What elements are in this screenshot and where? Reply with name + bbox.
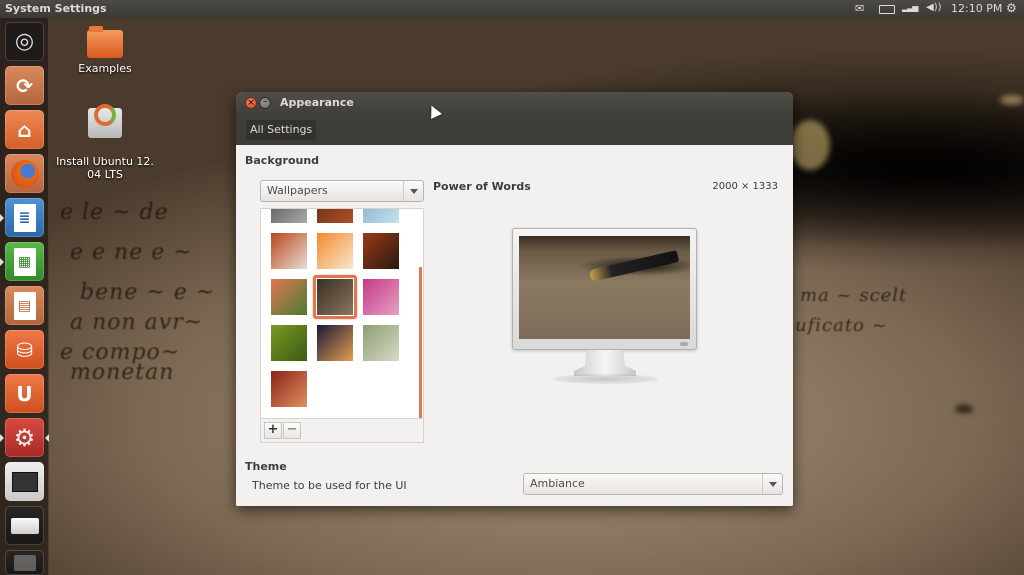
remove-wallpaper-button[interactable]: − — [283, 422, 301, 439]
desktop-icon-label: Install Ubuntu 12. 04 LTS — [56, 155, 154, 181]
installer-drive-icon — [88, 104, 122, 138]
running-indicator — [0, 258, 4, 266]
wallpaper-handwriting: uficato ~ — [795, 315, 888, 336]
theme-description: Theme to be used for the UI — [252, 479, 407, 492]
add-wallpaper-button[interactable]: + — [264, 422, 282, 439]
monitor-shadow — [552, 374, 658, 384]
monitor-frame — [512, 228, 697, 350]
wallpaper-handwriting: e e ne e ~ — [70, 240, 193, 265]
pen-image — [588, 250, 680, 282]
ubuntu-one-icon: U — [16, 381, 33, 406]
wallpaper-source-dropdown[interactable]: Wallpapers — [260, 180, 424, 202]
gallery-scrollbar[interactable] — [419, 209, 423, 419]
wallpaper-thumbnail-partial-3[interactable] — [363, 209, 399, 223]
focused-indicator — [45, 434, 49, 442]
top-panel: System Settings ✉ ▂▃▅ ◀)) 12:10 PM ⚙ — [0, 0, 1024, 18]
session-gear-icon[interactable]: ⚙ — [1006, 1, 1017, 15]
window-titlebar[interactable]: × – Appearance All Settings — [236, 92, 793, 145]
wallpaper-preview-monitor — [512, 228, 697, 398]
monitor-stand — [574, 350, 636, 376]
window-title: Appearance — [280, 96, 354, 109]
launcher-home-folder[interactable]: ⌂ — [5, 110, 44, 149]
theme-value: Ambiance — [530, 477, 585, 490]
clock[interactable]: 12:10 PM — [951, 2, 1002, 15]
theme-section-label: Theme — [245, 460, 287, 473]
desktop-icon-install-ubuntu[interactable]: Install Ubuntu 12. 04 LTS — [55, 95, 155, 194]
wallpaper-thumbnail-partial-2[interactable] — [317, 209, 353, 223]
ubuntu-logo-icon: ◎ — [14, 29, 35, 54]
running-indicator — [0, 434, 4, 442]
folder-link-icon — [87, 26, 123, 58]
launcher: ◎ ⟳ ⌂ ≣ ▦ ▤ ⛁ U ⚙ — [0, 18, 49, 575]
wallpaper-thumbnail-night-horse[interactable] — [317, 325, 353, 361]
wallpaper-highlight — [1000, 95, 1024, 105]
wallpaper-handwriting: a non avr~ — [70, 310, 204, 335]
desktop-icon-examples[interactable]: Examples — [55, 26, 155, 75]
wallpaper-thumbnail-green-plant[interactable] — [271, 325, 307, 361]
wallpaper-handwriting: monetan — [70, 360, 175, 385]
scrollbar-thumb[interactable] — [419, 267, 422, 419]
launcher-workspace-switcher[interactable] — [5, 462, 44, 501]
launcher-libreoffice-calc[interactable]: ▦ — [5, 242, 44, 281]
launcher-trash[interactable] — [5, 550, 44, 575]
firefox-icon — [10, 159, 39, 188]
selected-thumbnail-highlight — [313, 275, 357, 319]
minimize-button[interactable]: – — [259, 97, 271, 109]
network-icon[interactable]: ▂▃▅ — [902, 3, 919, 12]
impress-icon: ▤ — [13, 291, 36, 320]
launcher-software-center[interactable]: ⛁ — [5, 330, 44, 369]
close-button[interactable]: × — [245, 97, 257, 109]
mail-icon[interactable]: ✉ — [855, 2, 864, 15]
monitor-power-led — [680, 342, 688, 346]
wallpaper-handwriting: e le ~ de — [60, 200, 169, 225]
theme-dropdown[interactable]: Ambiance — [523, 473, 783, 495]
launcher-firefox[interactable] — [5, 154, 44, 193]
wallpaper-thumbnail-red-blur[interactable] — [271, 371, 307, 407]
wallpaper-thumbnail-magenta-flower[interactable] — [363, 279, 399, 315]
wallpaper-ink-dot — [955, 405, 973, 413]
chevron-down-icon — [403, 181, 423, 201]
background-section-label: Background — [245, 154, 320, 167]
software-center-icon: ⛁ — [16, 337, 33, 362]
trash-icon — [13, 554, 36, 571]
launcher-dash-home[interactable]: ◎ — [5, 22, 44, 61]
drive-icon — [10, 517, 39, 534]
wallpaper-thumbnail-autumn-trees[interactable] — [271, 233, 307, 269]
launcher-ubuntu-one[interactable]: U — [5, 374, 44, 413]
appearance-content: Background Wallpapers + − Power of Words… — [236, 145, 793, 506]
wallpaper-source-value: Wallpapers — [267, 184, 328, 197]
all-settings-button[interactable]: All Settings — [246, 120, 317, 140]
launcher-removable-drive[interactable] — [5, 506, 44, 545]
chevron-down-icon — [762, 474, 782, 494]
battery-icon[interactable] — [879, 5, 895, 14]
launcher-libreoffice-writer[interactable]: ≣ — [5, 198, 44, 237]
wallpaper-preview-image — [519, 236, 690, 339]
wallpaper-handwriting: ma ~ scelt — [800, 285, 908, 306]
wallpaper-gallery[interactable]: + − — [260, 208, 424, 443]
launcher-install-ubuntu[interactable]: ⟳ — [5, 66, 44, 105]
workspace-icon — [11, 471, 38, 492]
selected-wallpaper-size: 2000 × 1333 — [712, 181, 778, 192]
calc-icon: ▦ — [13, 247, 36, 276]
wallpaper-thumbnail-sunset-valley[interactable] — [363, 233, 399, 269]
selected-wallpaper-name: Power of Words — [433, 180, 531, 193]
desktop-icon-label: Examples — [78, 62, 132, 75]
writer-icon: ≣ — [13, 203, 36, 232]
wallpaper-pen-ring — [790, 120, 830, 170]
home-folder-icon: ⌂ — [17, 117, 32, 142]
launcher-system-settings[interactable]: ⚙ — [5, 418, 44, 457]
wallpaper-thumbnail-grass[interactable] — [363, 325, 399, 361]
wallpaper-handwriting: bene ~ e ~ — [80, 280, 216, 305]
wallpaper-thumbnail-orange-leaves[interactable] — [317, 233, 353, 269]
volume-icon[interactable]: ◀)) — [926, 2, 942, 13]
launcher-libreoffice-impress[interactable]: ▤ — [5, 286, 44, 325]
wallpaper-thumbnail-poppies[interactable] — [271, 279, 307, 315]
gallery-toolbar: + − — [261, 418, 423, 442]
active-app-title: System Settings — [5, 2, 107, 15]
settings-gear-icon: ⚙ — [13, 423, 36, 452]
installer-icon: ⟳ — [16, 73, 33, 98]
wallpaper-thumbnail-partial-1[interactable] — [271, 209, 307, 223]
appearance-window: × – Appearance All Settings Background W… — [236, 92, 793, 506]
running-indicator — [0, 214, 4, 222]
